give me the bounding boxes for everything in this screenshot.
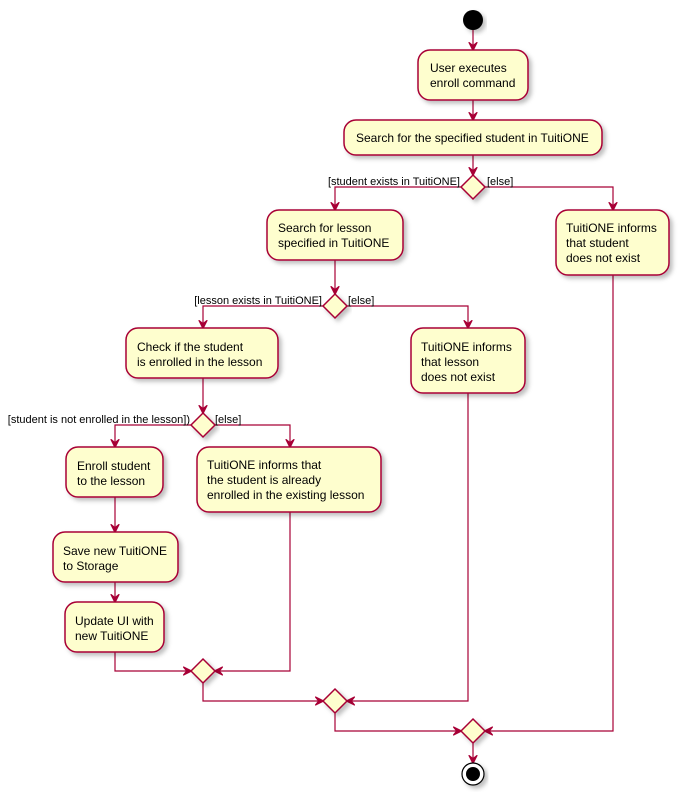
action-update-ui: Update UI with new TuitiONE <box>64 601 165 653</box>
start-node <box>463 10 483 30</box>
decision-student-exists <box>459 173 487 201</box>
flow-arrow <box>202 683 323 701</box>
flow-arrow <box>114 652 191 671</box>
guard-enrolled-else: [else] <box>215 414 241 426</box>
action-search-student: Search for the specified student in Tuit… <box>343 119 603 156</box>
flow-arrow <box>215 424 290 447</box>
action-search-lesson: Search for lesson specified in TuitiONE <box>266 209 404 261</box>
svg-text:Update UI withnew TuitiONE: Update UI with new TuitiONE <box>75 614 154 643</box>
svg-text:Search for the specified stude: Search for the specified student in Tuit… <box>356 131 589 145</box>
action-lesson-not-exist: TuitiONE informs that lesson does not exis… <box>410 327 526 394</box>
merge-enrolled <box>189 657 217 685</box>
action-enroll-student: Enroll student to the lesson <box>65 446 164 498</box>
merge-lesson <box>321 687 349 715</box>
flow-arrow <box>335 186 461 210</box>
guard-student-else: [else] <box>487 176 513 188</box>
decision-enrolled <box>189 411 217 439</box>
flow-arrow <box>334 713 461 731</box>
action-user-executes: User executes enroll command <box>417 49 529 101</box>
action-check-enrolled: Check if the student is enrolled in the l… <box>125 327 279 379</box>
flow-arrow <box>347 305 468 328</box>
action-already-enrolled: TuitiONE informs that the student is alre… <box>196 446 382 513</box>
flow-arrow <box>215 512 291 671</box>
merge-student <box>459 717 487 745</box>
guard-lesson-exists: [lesson exists in TuitiONE] <box>194 295 322 307</box>
guard-lesson-else: [else] <box>348 295 374 307</box>
decision-lesson-exists <box>321 292 349 320</box>
guard-student-exists: [student exists in TuitiONE] <box>328 176 460 188</box>
guard-not-enrolled: [student is not enrolled in the lesson]) <box>8 414 190 426</box>
action-student-not-exist: TuitiONE informs that student does not exi… <box>555 209 670 276</box>
flow-arrow <box>115 424 191 447</box>
action-save-storage: Save new TuitiONE to Storage <box>52 531 179 583</box>
flow-arrow <box>485 186 613 210</box>
flow-arrow <box>347 393 469 701</box>
svg-text:Enroll studentto the lesson: Enroll student to the lesson <box>77 459 151 488</box>
end-node <box>461 762 485 786</box>
flow-arrow <box>203 305 323 328</box>
svg-text:User executesenroll command: User executes enroll command <box>430 61 515 90</box>
activity-diagram: User executes enroll command Search for t… <box>8 10 670 786</box>
